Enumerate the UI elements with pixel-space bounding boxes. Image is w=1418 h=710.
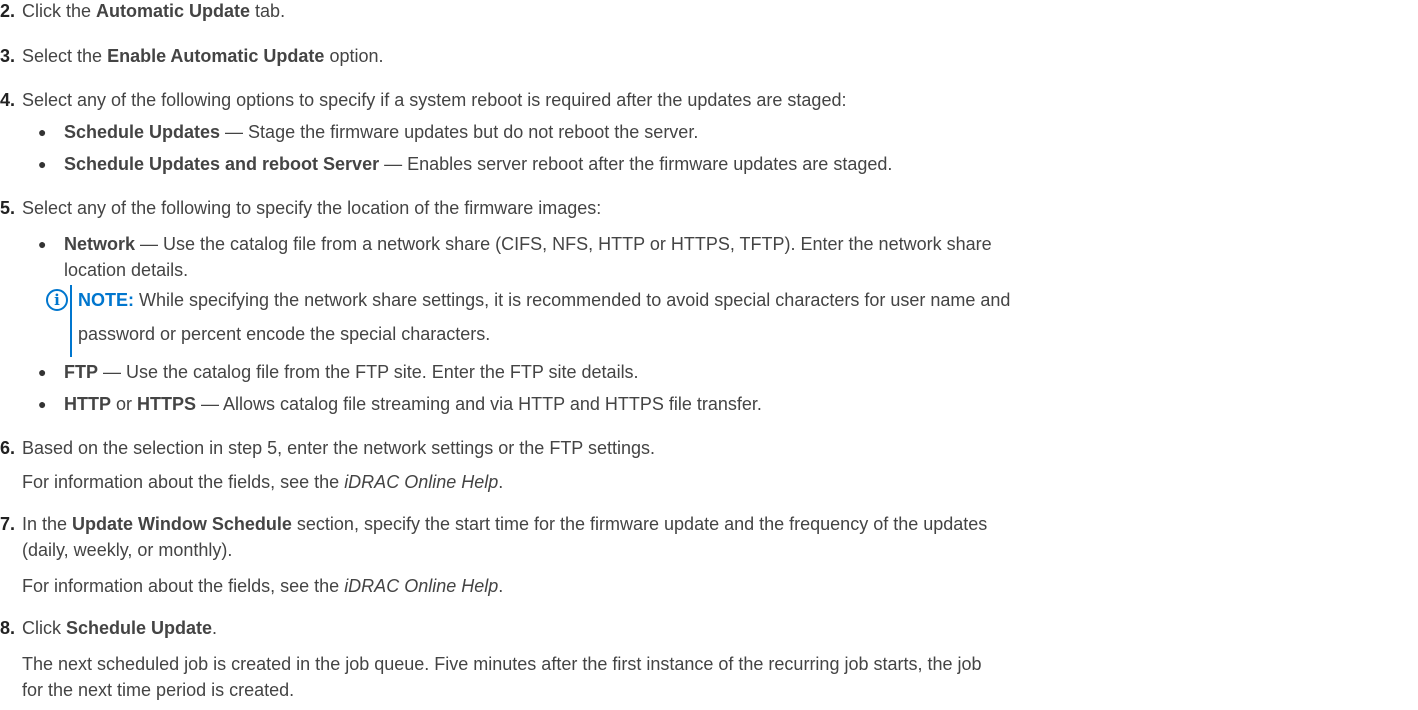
document-page: 2. Click the Automatic Update tab. 3. Se… <box>0 1 1011 700</box>
step-number: 8. <box>0 618 16 638</box>
step-number: 4. <box>0 90 16 110</box>
note-accent-bar <box>70 285 72 357</box>
step-number: 7. <box>0 514 16 534</box>
step-number: 3. <box>0 46 16 66</box>
step-continuation: (daily, weekly, or monthly). <box>22 540 233 560</box>
help-reference: For information about the fields, see th… <box>22 472 504 492</box>
step-number: 2. <box>0 1 16 21</box>
step-text: Click the Automatic Update tab. <box>22 1 286 21</box>
step-result-line: for the next time period is created. <box>22 680 295 700</box>
step-text: In the Update Window Schedule section, s… <box>22 514 988 534</box>
step-number: 5. <box>0 198 16 218</box>
note-continuation: password or percent encode the special c… <box>78 324 491 344</box>
note-label: NOTE: <box>78 290 134 310</box>
step-text: Select any of the following to specify t… <box>22 198 602 218</box>
step-number: 6. <box>0 438 16 458</box>
step-text: Select any of the following options to s… <box>22 90 847 110</box>
bullet-continuation: location details. <box>64 260 189 280</box>
step-text: Click Schedule Update. <box>22 618 218 638</box>
step-result-line: The next scheduled job is created in the… <box>22 654 982 674</box>
step-text: Select the Enable Automatic Update optio… <box>22 46 384 66</box>
note-text: NOTE: While specifying the network share… <box>78 290 1011 310</box>
step-text: Based on the selection in step 5, enter … <box>22 438 656 458</box>
bullet-icon: ● <box>38 396 47 412</box>
bullet-icon: ● <box>38 124 47 140</box>
info-icon: i <box>46 289 68 311</box>
bullet-icon: ● <box>38 156 47 172</box>
help-reference: For information about the fields, see th… <box>22 576 504 596</box>
bullet-icon: ● <box>38 236 47 252</box>
bullet-icon: ● <box>38 364 47 380</box>
